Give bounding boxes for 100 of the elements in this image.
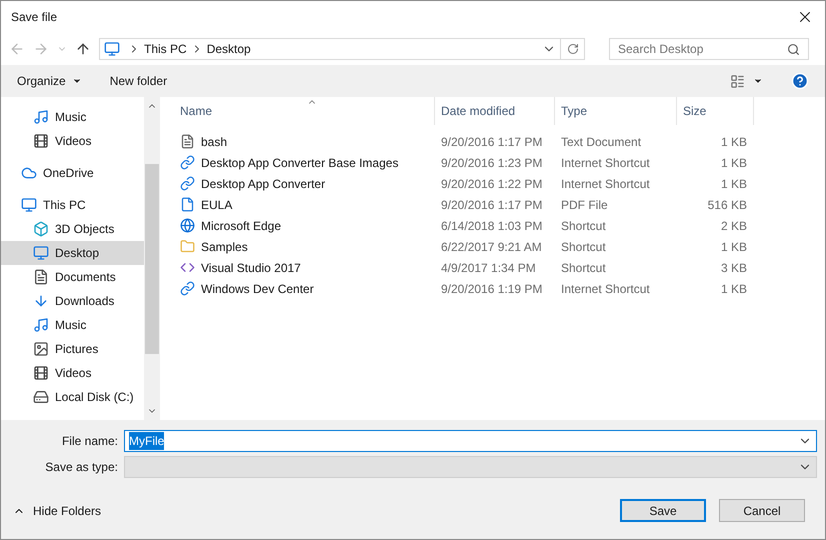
nav-item[interactable]: Documents [1,265,144,289]
column-header[interactable]: Size [677,97,754,125]
nav-item[interactable]: Desktop [1,241,144,265]
nav-item[interactable]: Music [1,105,144,129]
list-view-icon [730,74,745,88]
file-row[interactable]: Samples 6/22/2017 9:21 AM Shortcut 1 KB [180,236,825,257]
text-file-icon [180,134,195,149]
forward-icon [33,41,49,57]
file-name: Microsoft Edge [201,218,282,234]
code-icon [180,260,195,275]
file-row[interactable]: EULA 9/20/2016 1:17 PM PDF File 516 KB [180,194,825,215]
file-name: Windows Dev Center [201,280,314,298]
file-name-value: MyFile [129,432,164,450]
date-cell-text: 9/20/2016 1:17 PM [440,196,544,214]
file-row[interactable]: Microsoft Edge 6/14/2018 1:03 PM Shortcut 2 KB [180,215,825,236]
back-button[interactable] [9,41,25,57]
date-cell-text: 6/14/2018 1:03 PM [440,218,544,234]
date-cell-text: 6/22/2017 9:21 AM [440,238,543,256]
file-name: Desktop App Converter Base Images [201,154,398,172]
file-row[interactable]: Desktop App Converter Base Images 9/20/2016 1:23 PM Internet Shortcut 1 KB [180,152,825,173]
size-cell-text: 1 KB [720,238,747,256]
size-cell-text: 1 KB [720,134,747,150]
date-cell-text: 9/20/2016 1:23 PM [440,154,544,172]
size-cell-text: 1 KB [720,280,747,298]
film-icon [33,365,49,381]
down-arrow-icon [33,293,49,309]
type-cell-text: Internet Shortcut [560,176,651,192]
film-icon [33,133,49,149]
cancel-button[interactable]: Cancel [719,499,805,522]
cloud-icon [21,165,37,181]
link-file-icon [180,155,195,170]
address-bar[interactable]: This PC Desktop [99,38,585,60]
refresh-icon [566,43,578,55]
nav-item[interactable]: Videos [1,129,144,153]
file-row[interactable]: Desktop App Converter 9/20/2016 1:22 PM Internet Shortcut 1 KB [180,173,825,194]
nav-item[interactable]: Pictures [1,337,144,361]
music-note-icon [33,109,49,125]
search-field[interactable]: Search Desktop [618,40,787,58]
save-type-dropdown[interactable] [124,456,817,478]
file-row[interactable]: Windows Dev Center 9/20/2016 1:19 PM Internet Shortcut 1 KB [180,278,825,299]
file-name: Visual Studio 2017 [201,260,301,276]
file-name: Desktop App Converter [201,176,326,192]
link-file-icon [180,281,195,296]
save-type-label: Save as type: [44,459,119,476]
type-cell-text: Text Document [560,134,642,150]
back-icon [9,41,25,57]
up-button[interactable] [75,41,91,57]
date-cell-text: 9/20/2016 1:22 PM [440,176,544,192]
nav-item[interactable]: Local Disk (C:) [1,385,144,409]
new-folder-button[interactable]: New folder [110,72,168,90]
help-icon [791,72,809,90]
globe-icon [180,218,195,233]
column-header[interactable]: Date modified [435,97,555,125]
date-cell-text: 9/20/2016 1:19 PM [440,280,544,298]
music-note-icon [33,317,49,333]
size-cell-text: 1 KB [720,154,747,172]
monitor-icon [104,41,120,57]
hard-drive-icon [33,389,49,405]
file-row[interactable]: Visual Studio 2017 4/9/2017 1:34 PM Shortcut 3 KB [180,257,825,278]
link-file-icon [180,176,195,191]
type-cell-text: Shortcut [560,238,607,256]
type-cell-text: Shortcut [560,218,607,234]
nav-item[interactable]: This PC [1,193,144,217]
file-icon [180,197,195,212]
hide-folders-button[interactable]: Hide Folders [13,502,102,520]
view-button[interactable] [730,74,763,88]
breadcrumb[interactable]: This PC [144,40,187,58]
nav-item[interactable]: Music [1,313,144,337]
nav-item[interactable]: Downloads [1,289,144,313]
type-cell-text: Shortcut [560,260,607,276]
date-cell-text: 9/20/2016 1:17 PM [440,134,544,150]
monitor-icon [33,245,49,261]
file-name-label: File name: [60,433,119,450]
folder-icon [180,239,195,254]
type-cell-text: Internet Shortcut [560,154,651,172]
scrollbar-thumb[interactable] [145,164,159,354]
nav-item[interactable]: Videos [1,361,144,385]
forward-button[interactable] [33,41,49,57]
monitor-icon [21,197,37,213]
size-cell-text: 516 KB [706,196,747,214]
nav-item[interactable]: 3D Objects [1,217,144,241]
size-cell-text: 1 KB [720,176,747,192]
help-button[interactable] [791,72,809,90]
file-name: bash [201,134,228,150]
window-title: Save file [11,9,58,26]
file-row[interactable]: bash 9/20/2016 1:17 PM Text Document 1 KB [180,131,825,152]
breadcrumb[interactable]: Desktop [206,40,251,58]
nav-item[interactable]: OneDrive [1,161,144,185]
date-cell-text: 4/9/2017 1:34 PM [440,260,537,276]
cube-icon [33,221,49,237]
file-name: EULA [201,196,232,214]
column-header[interactable]: Type [555,97,677,125]
search-icon [787,42,800,56]
search-box[interactable]: Search Desktop [609,38,809,60]
file-name-field[interactable]: MyFile [124,430,817,452]
save-button[interactable]: Save [620,499,706,522]
column-header[interactable]: Name [180,97,435,125]
picture-icon [33,341,49,357]
organize-button[interactable]: Organize [17,72,82,90]
size-cell-text: 3 KB [720,260,747,276]
